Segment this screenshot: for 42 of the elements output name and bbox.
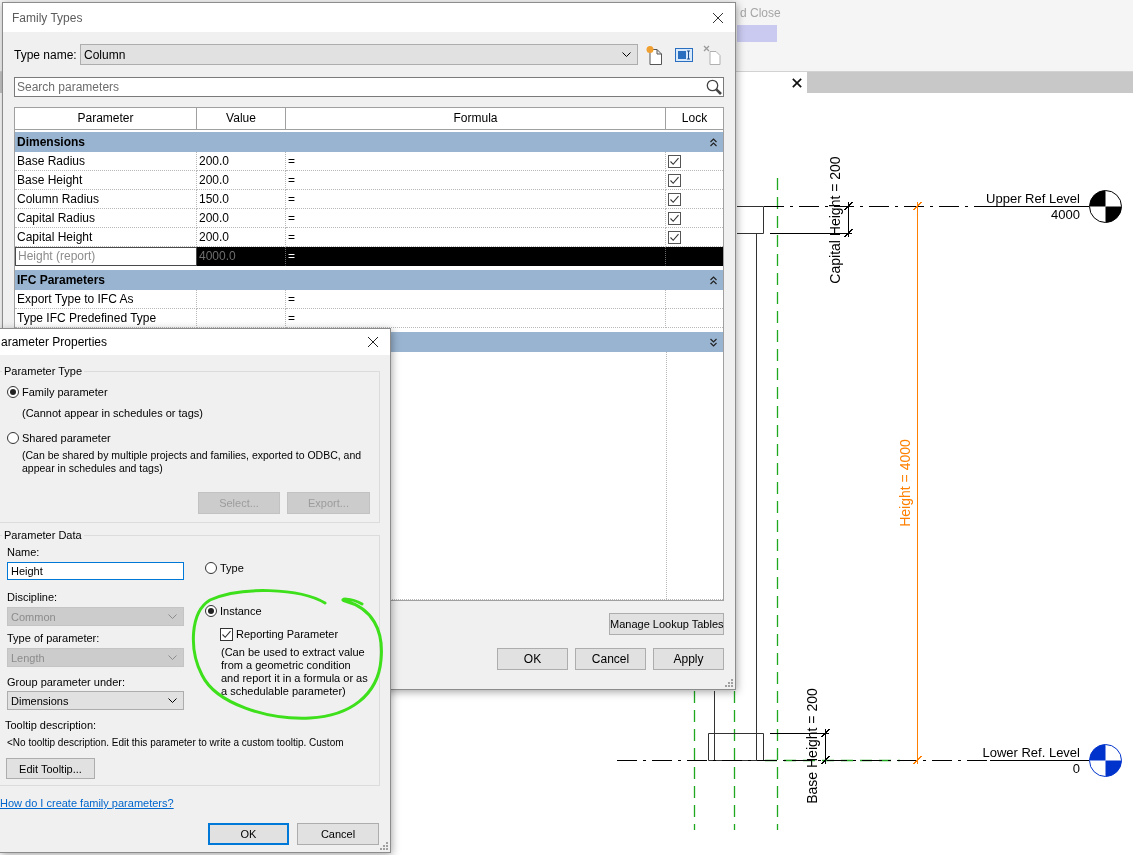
table-cell: =	[286, 171, 666, 190]
tooltip-text: <No tooltip description. Edit this parameter to write a custom tooltip. Custom	[7, 736, 345, 750]
option-description: (Cannot appear in schedules or tags)	[21, 406, 204, 420]
column-header: Lock	[666, 108, 723, 130]
dimension-label: Capital Height = 200	[827, 156, 843, 284]
option-description: (Can be shared by multiple projects and families, exported to ODBC, and appear in schedules and tags)	[21, 449, 363, 475]
field-label: Type name:	[14, 47, 78, 62]
table-cell: Base Height	[15, 171, 197, 190]
dimension-label: Base Height = 200	[804, 688, 820, 804]
dimension-label: Height = 4000	[897, 439, 913, 527]
column-header: Formula	[286, 108, 666, 130]
table-cell: =	[286, 190, 666, 209]
field-label: Type of parameter:	[7, 631, 101, 645]
field-label: Tooltip description:	[5, 718, 98, 732]
table-cell: Base Radius	[15, 152, 197, 171]
window-title: Family Types	[12, 10, 83, 25]
group-title: Parameter Data	[3, 528, 83, 542]
table-cell: 200.0	[197, 171, 286, 190]
table-cell: =	[286, 152, 666, 171]
level-name: Lower Ref. Level	[982, 744, 1080, 760]
table-cell: =	[286, 290, 666, 309]
option-description: (Can be used to extract value from a geometric condition and report it in a formula or as a schedulable parameter)	[220, 646, 369, 698]
field-label: Discipline:	[7, 590, 59, 604]
field-label: Group parameter under:	[7, 675, 126, 689]
table-cell: =	[286, 209, 666, 228]
table-cell: Column Radius	[15, 190, 197, 209]
level-elevation: 0	[1072, 760, 1080, 776]
field-label: Name:	[7, 545, 41, 559]
window-title: arameter Properties	[1, 335, 108, 349]
column-header: Parameter	[15, 108, 197, 130]
level-elevation: 4000	[1051, 206, 1080, 222]
level-name: Upper Ref Level	[986, 190, 1080, 206]
table-cell: Height (report)	[15, 247, 197, 266]
table-cell: Capital Radius	[15, 209, 197, 228]
table-cell: Export Type to IFC As	[15, 290, 197, 309]
table-cell: 200.0	[197, 152, 286, 171]
column-header: Value	[197, 108, 286, 130]
table-cell: =	[286, 247, 666, 266]
table-cell: 150.0	[197, 190, 286, 209]
table-cell: 4000.0	[197, 247, 286, 266]
table-cell: 200.0	[197, 209, 286, 228]
group-title: Parameter Type	[3, 364, 84, 378]
